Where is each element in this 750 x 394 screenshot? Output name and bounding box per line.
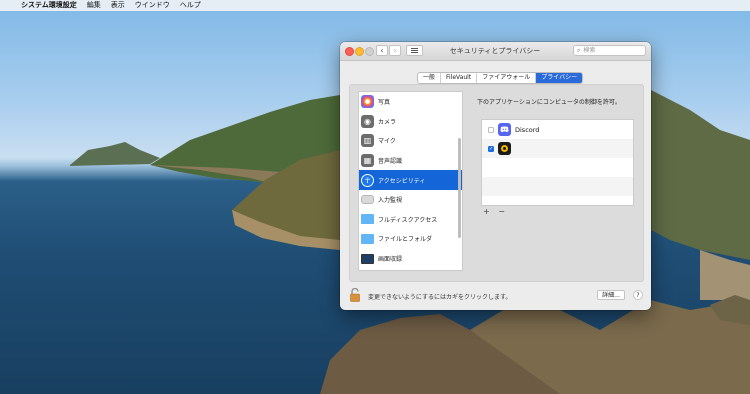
category-label: アクセシビリティ bbox=[378, 177, 426, 185]
menu-window[interactable]: ウインドウ bbox=[135, 0, 170, 11]
minimize-button[interactable] bbox=[355, 47, 364, 56]
lock-icon[interactable] bbox=[350, 287, 360, 302]
privacy-panel: 写真 ◉ カメラ ▥ マイク ▦ 音声認識 ☥ アクセシビリティ 入力監視 フル… bbox=[349, 84, 644, 282]
category-label: 写真 bbox=[378, 99, 391, 107]
grid-icon bbox=[411, 48, 418, 49]
app-checkbox-checked[interactable]: ✓ bbox=[488, 145, 494, 152]
close-button[interactable] bbox=[345, 47, 354, 56]
search-placeholder: 検索 bbox=[583, 47, 596, 54]
category-input-monitoring[interactable]: 入力監視 bbox=[359, 190, 462, 210]
apps-heading: 下のアプリケーションにコンピュータの制御を許可。 bbox=[477, 99, 621, 106]
category-label: ファイルとフォルダ bbox=[378, 236, 433, 244]
security-privacy-window: ‹ › セキュリティとプライバシー ⌕ 検索 一般 FileVault ファイアウ… bbox=[340, 42, 651, 310]
category-label: 音声認識 bbox=[378, 158, 403, 166]
camera-icon: ◉ bbox=[361, 114, 374, 128]
folder-icon bbox=[361, 233, 374, 244]
show-all-button[interactable] bbox=[406, 45, 423, 56]
window-footer: 変更できないようにするにはカギをクリックします。 詳細... ? bbox=[340, 286, 651, 310]
app-icon bbox=[498, 142, 511, 155]
zoom-button[interactable] bbox=[365, 47, 374, 56]
empty-row bbox=[482, 158, 633, 177]
app-list[interactable]: Discord ✓ bbox=[481, 119, 634, 206]
app-row[interactable]: ✓ bbox=[482, 139, 633, 158]
app-checkbox[interactable] bbox=[488, 126, 494, 133]
category-list[interactable]: 写真 ◉ カメラ ▥ マイク ▦ 音声認識 ☥ アクセシビリティ 入力監視 フル… bbox=[358, 91, 463, 271]
search-field[interactable]: ⌕ 検索 bbox=[573, 45, 646, 56]
add-remove-controls: + − bbox=[483, 207, 508, 216]
search-icon: ⌕ bbox=[577, 47, 581, 54]
tab-firewall[interactable]: ファイアウォール bbox=[477, 73, 537, 83]
category-label: マイク bbox=[378, 138, 396, 146]
category-camera[interactable]: ◉ カメラ bbox=[359, 112, 462, 132]
folder-icon bbox=[361, 214, 374, 225]
tab-privacy[interactable]: プライバシー bbox=[536, 73, 583, 83]
menu-view[interactable]: 表示 bbox=[111, 0, 125, 11]
app-name: Discord bbox=[515, 125, 540, 134]
tab-filevault[interactable]: FileVault bbox=[441, 73, 478, 83]
category-scrollbar[interactable] bbox=[458, 138, 461, 238]
remove-button[interactable]: − bbox=[498, 207, 508, 216]
category-photos[interactable]: 写真 bbox=[359, 92, 462, 112]
category-label: 入力監視 bbox=[378, 197, 403, 205]
display-icon bbox=[361, 253, 374, 264]
help-button[interactable]: ? bbox=[633, 290, 643, 300]
right-pane: 下のアプリケーションにコンピュータの制御を許可。 bbox=[472, 97, 632, 106]
chevron-left-icon: ‹ bbox=[380, 46, 384, 55]
category-microphone[interactable]: ▥ マイク bbox=[359, 131, 462, 151]
keyboard-icon bbox=[361, 195, 374, 205]
lock-message: 変更できないようにするにはカギをクリックします。 bbox=[368, 294, 512, 301]
window-title: セキュリティとプライバシー bbox=[449, 47, 541, 55]
speech-recognition-icon: ▦ bbox=[361, 154, 374, 168]
microphone-icon: ▥ bbox=[361, 134, 374, 148]
menu-help[interactable]: ヘルプ bbox=[180, 0, 201, 11]
title-bar: ‹ › セキュリティとプライバシー ⌕ 検索 bbox=[340, 42, 651, 61]
category-speech-recognition[interactable]: ▦ 音声認識 bbox=[359, 151, 462, 171]
photos-icon bbox=[361, 95, 374, 109]
menu-edit[interactable]: 編集 bbox=[87, 0, 101, 11]
empty-row bbox=[482, 177, 633, 196]
category-label: カメラ bbox=[378, 118, 397, 126]
category-accessibility[interactable]: ☥ アクセシビリティ bbox=[359, 170, 462, 190]
category-full-disk-access[interactable]: フルディスクアクセス bbox=[359, 210, 462, 230]
category-label: フルディスクアクセス bbox=[378, 216, 438, 224]
category-screen-recording[interactable]: 画面収録 bbox=[359, 249, 462, 269]
tab-bar: 一般 FileVault ファイアウォール プライバシー bbox=[417, 72, 584, 84]
menu-bar: システム環境設定 編集 表示 ウインドウ ヘルプ bbox=[0, 0, 750, 11]
category-label: 画面収録 bbox=[378, 256, 403, 264]
details-button[interactable]: 詳細... bbox=[597, 290, 625, 300]
menu-app-name[interactable]: システム環境設定 bbox=[21, 0, 77, 11]
forward-button[interactable]: › bbox=[389, 45, 401, 56]
category-files-and-folders[interactable]: ファイルとフォルダ bbox=[359, 229, 462, 249]
tab-general[interactable]: 一般 bbox=[418, 73, 442, 83]
add-button[interactable]: + bbox=[483, 207, 493, 216]
accessibility-icon: ☥ bbox=[361, 173, 374, 187]
app-row[interactable]: Discord bbox=[482, 120, 633, 139]
chevron-right-icon: › bbox=[393, 46, 397, 55]
back-button[interactable]: ‹ bbox=[376, 45, 388, 56]
discord-icon bbox=[498, 123, 511, 136]
